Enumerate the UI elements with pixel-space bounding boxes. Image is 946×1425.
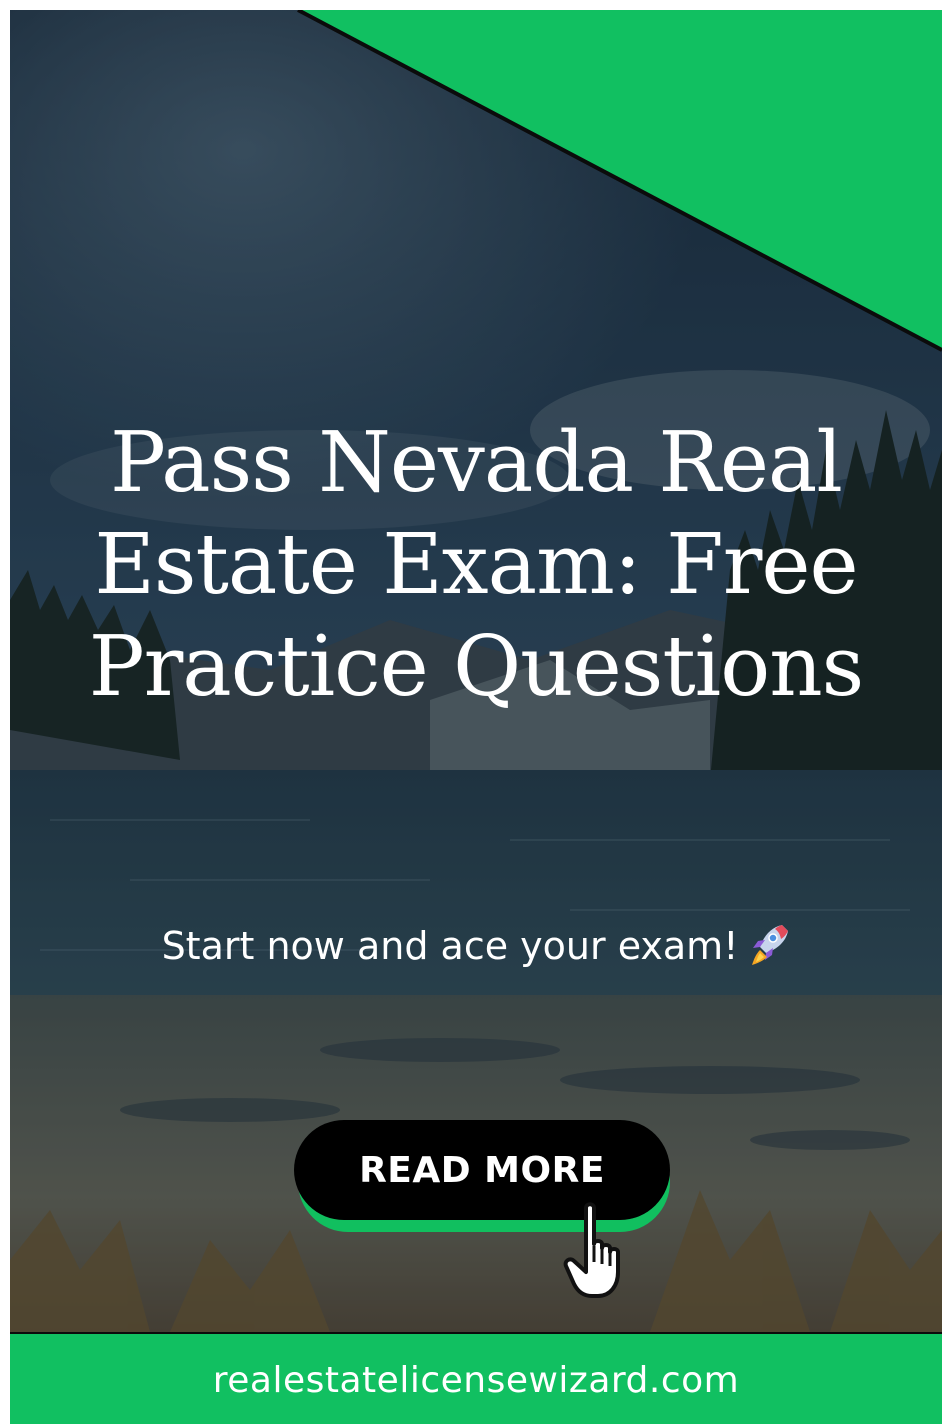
tagline-text: Start now and ace your exam! — [161, 924, 739, 968]
headline: Pass Nevada Real Estate Exam: Free Pract… — [88, 414, 865, 715]
promo-card: Pass Nevada Real Estate Exam: Free Pract… — [10, 10, 942, 1424]
tagline: Start now and ace your exam! — [70, 920, 882, 972]
pointing-hand-cursor-icon — [563, 1202, 620, 1298]
pin-frame: Pass Nevada Real Estate Exam: Free Pract… — [0, 0, 946, 1425]
rocket-icon — [752, 925, 789, 965]
website-link[interactable]: realestatelicensewizard.com — [213, 1360, 739, 1401]
footer-banner: realestatelicensewizard.com — [10, 1332, 942, 1424]
